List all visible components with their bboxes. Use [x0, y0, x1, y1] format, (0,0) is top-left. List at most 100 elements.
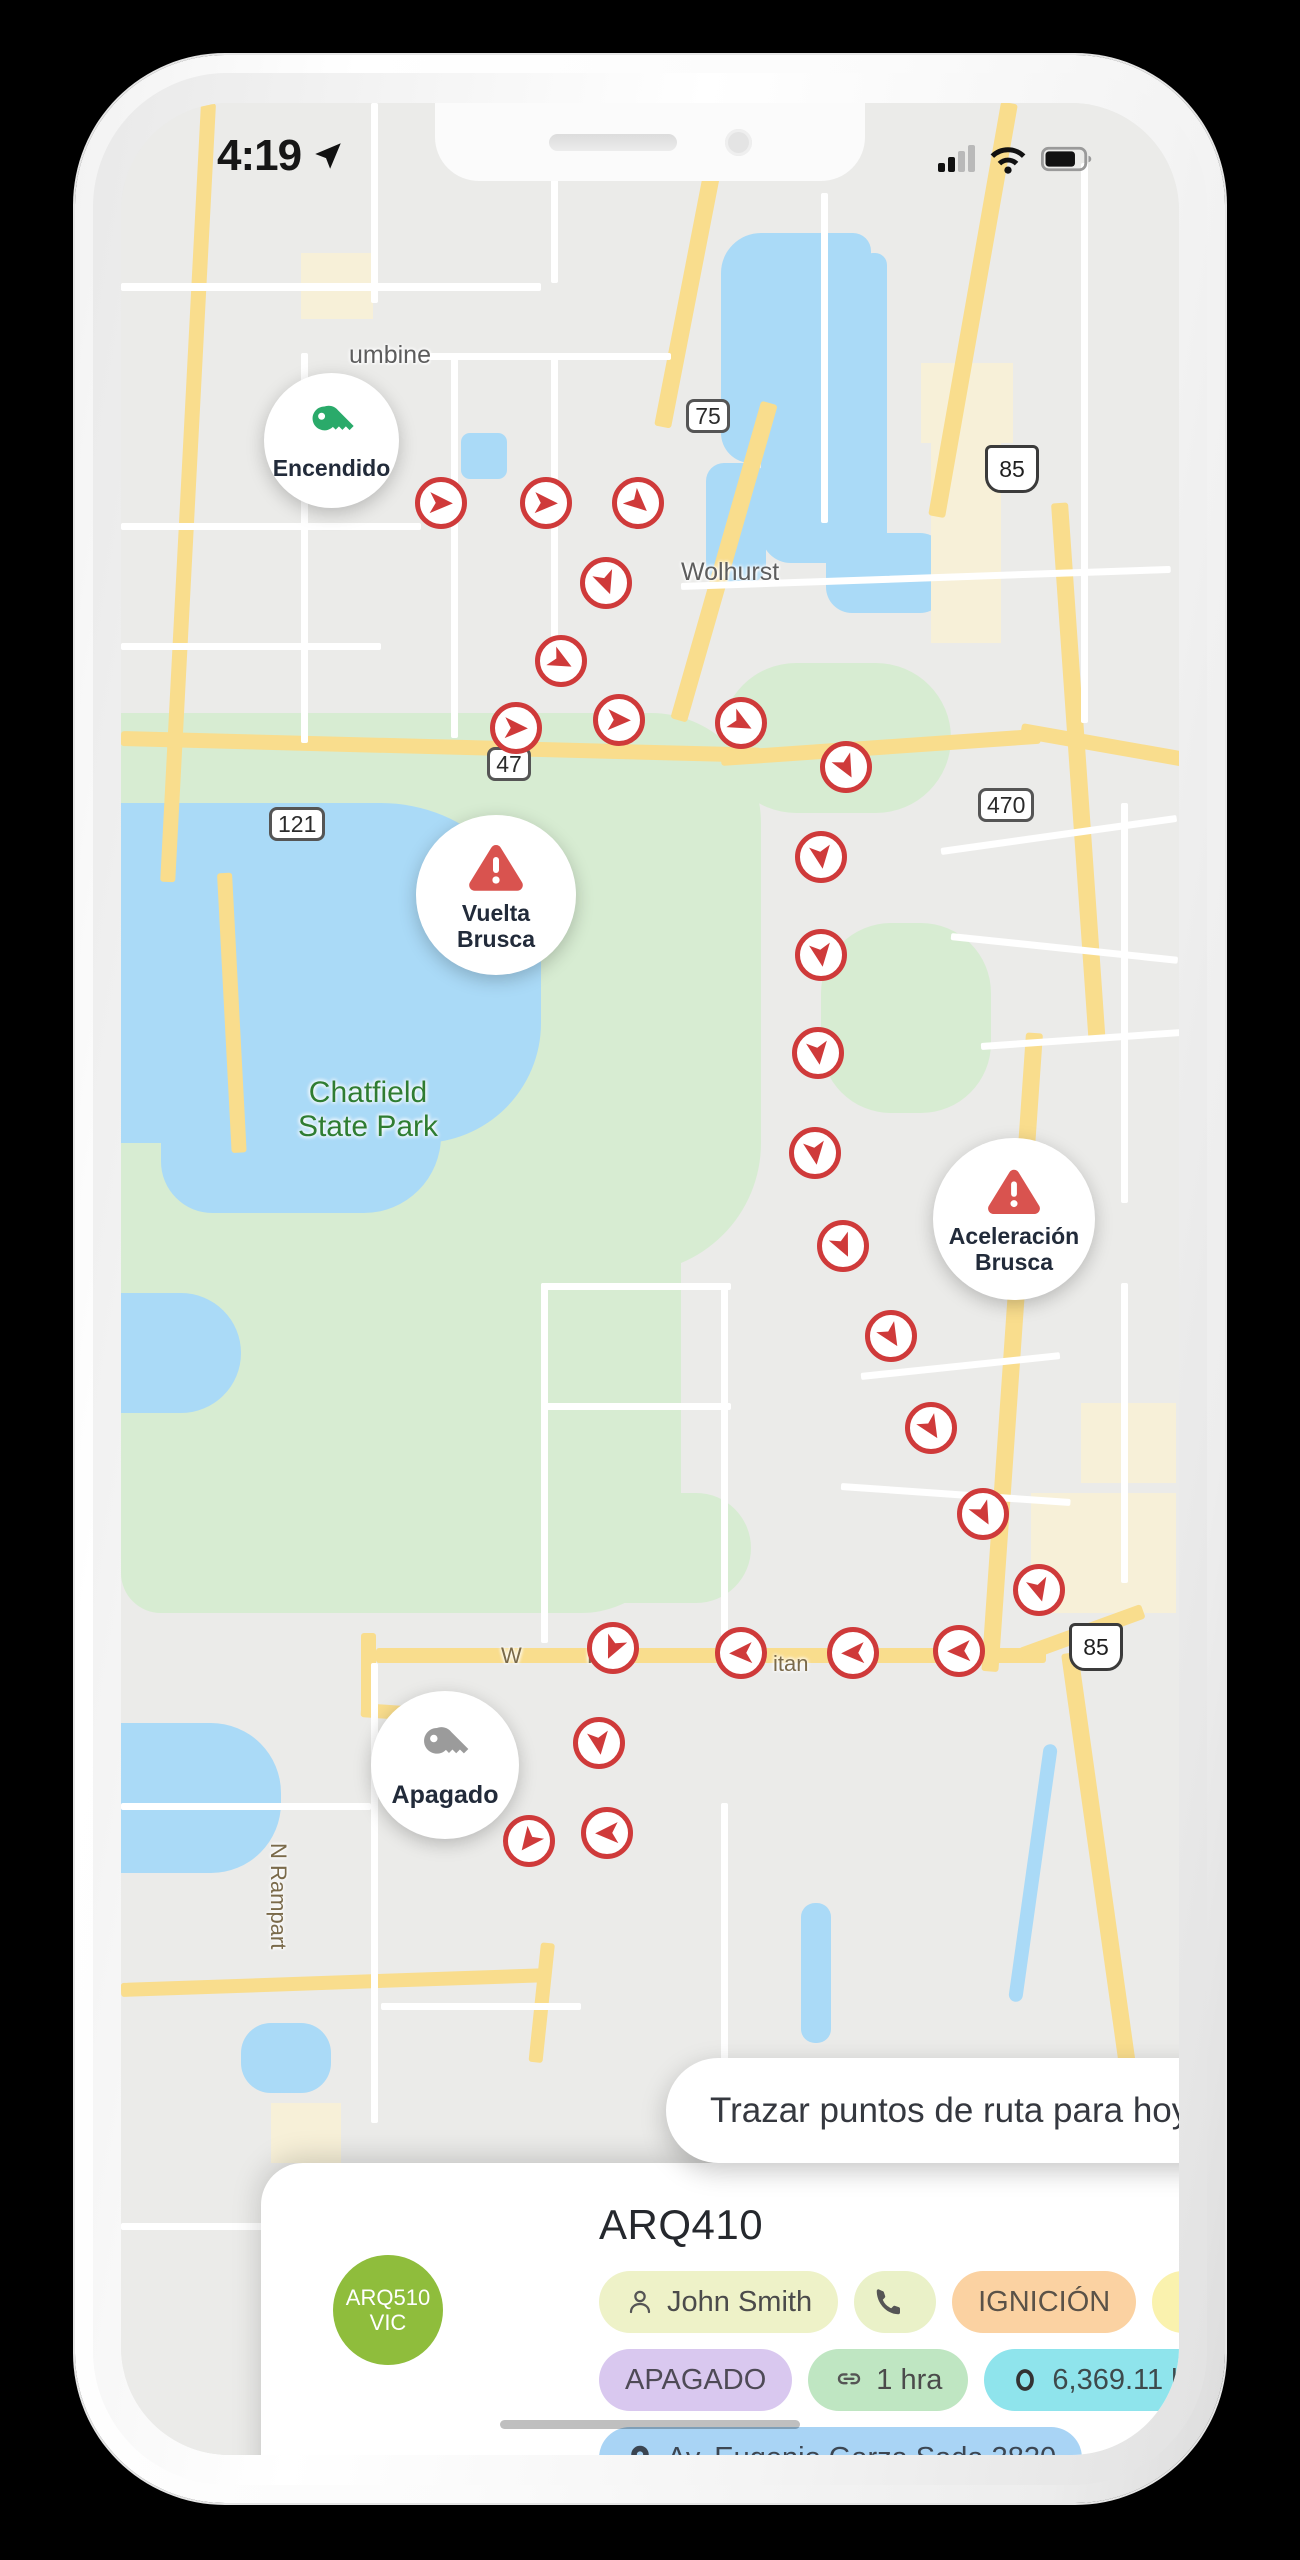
status-time-label: 4:19	[217, 131, 302, 180]
map-event-label: Aceleración Brusca	[948, 1223, 1080, 1275]
trip-point-marker[interactable]	[580, 557, 632, 609]
vehicle-chip-row: John Smith IGNICIÓN	[599, 2271, 1179, 2333]
trip-point-marker[interactable]	[715, 697, 767, 749]
cellular-signal-icon	[938, 145, 975, 172]
street	[121, 283, 541, 291]
street	[721, 1803, 728, 2063]
route-shield-us85: 85	[985, 445, 1039, 493]
key-icon	[424, 1727, 469, 1754]
street	[940, 814, 1178, 855]
street	[721, 1283, 728, 1643]
trip-point-marker[interactable]	[520, 477, 572, 529]
street	[1121, 1283, 1128, 1583]
trip-point-marker[interactable]	[535, 635, 587, 687]
plot-route-label: Trazar puntos de ruta para hoy	[710, 2090, 1179, 2130]
highway	[1051, 502, 1106, 1043]
odometer-icon	[1016, 2369, 1035, 2391]
phone-device-frame: umbine Wolhurst Chatfield State Park W R…	[75, 55, 1225, 2503]
map-road-label: W	[501, 1643, 522, 1668]
trip-point-marker[interactable]	[587, 1622, 639, 1674]
person-icon	[629, 2290, 651, 2314]
chip-duration: 1 hra	[808, 2349, 969, 2411]
route-shield-121: 121	[269, 807, 326, 841]
trip-point-marker[interactable]	[490, 702, 542, 754]
trip-point-marker[interactable]	[817, 1220, 869, 1272]
trip-point-marker[interactable]	[795, 831, 847, 883]
trip-point-marker[interactable]	[1013, 1564, 1065, 1616]
plot-route-button[interactable]: Trazar puntos de ruta para hoy	[666, 2058, 1179, 2163]
map-place-label: Wolhurst	[681, 558, 780, 586]
phone-screen: umbine Wolhurst Chatfield State Park W R…	[121, 103, 1179, 2455]
map-event-label: Encendido	[272, 454, 391, 481]
chip-driver[interactable]: John Smith	[599, 2271, 839, 2333]
status-bar-indicators	[938, 143, 1093, 175]
map-event-ignition-on[interactable]: Encendido	[264, 373, 399, 508]
map-road-label: itan	[773, 1651, 809, 1676]
street	[950, 933, 1179, 964]
trip-point-marker[interactable]	[612, 477, 664, 529]
direction-arrow-icon	[803, 1140, 824, 1165]
vehicle-detail-card[interactable]: ARQ510 VIC ARQ410 John Smith IGNICIÓN AP…	[261, 2163, 1179, 2455]
trip-point-marker[interactable]	[933, 1625, 985, 1677]
trip-point-marker[interactable]	[795, 929, 847, 981]
map-place-label: umbine	[349, 341, 431, 369]
direction-arrow-icon	[595, 1822, 619, 1844]
trip-point-marker[interactable]	[957, 1488, 1009, 1540]
stream	[1007, 1743, 1059, 2003]
route-shield-75: 75	[686, 399, 730, 433]
trip-point-marker[interactable]	[593, 694, 645, 746]
map-road-label: N Rampart	[266, 1843, 291, 1950]
trip-point-marker[interactable]	[573, 1717, 625, 1769]
trip-point-marker[interactable]	[827, 1627, 879, 1679]
map-event-harsh-acceleration[interactable]: Aceleración Brusca	[933, 1138, 1095, 1300]
trip-point-marker[interactable]	[792, 1027, 844, 1079]
map-event-ignition-off[interactable]: Apagado	[371, 1691, 519, 1839]
chip-speed: 65 kph	[1152, 2271, 1179, 2333]
road	[121, 1967, 551, 1997]
vehicle-chip-row: APAGADO 1 hra 6,369.11 km	[599, 2349, 1179, 2411]
street	[1081, 163, 1088, 723]
direction-arrow-icon	[504, 717, 528, 739]
street	[451, 358, 458, 738]
direction-arrow-icon	[607, 709, 631, 731]
key-icon	[312, 405, 354, 430]
trip-point-marker[interactable]	[820, 741, 872, 793]
chip-driver-label: John Smith	[667, 2285, 813, 2318]
route-shield-470: 470	[978, 788, 1035, 822]
chip-ignition: IGNICIÓN	[952, 2271, 1137, 2333]
water-body	[461, 433, 507, 479]
direction-arrow-icon	[947, 1640, 971, 1662]
street	[1121, 803, 1128, 1203]
water-body	[826, 533, 946, 613]
warning-triangle-icon	[988, 1169, 1040, 1215]
trip-point-marker[interactable]	[503, 1815, 555, 1867]
trip-point-marker[interactable]	[415, 477, 467, 529]
direction-arrow-icon	[916, 1413, 938, 1439]
link-icon	[838, 2373, 861, 2385]
builtup-area	[271, 2103, 341, 2163]
direction-arrow-icon	[831, 752, 852, 778]
home-indicator[interactable]	[500, 2420, 800, 2429]
direction-arrow-icon	[968, 1499, 989, 1525]
direction-arrow-icon	[429, 492, 453, 514]
street	[121, 523, 421, 530]
trip-point-marker[interactable]	[581, 1807, 633, 1859]
street	[541, 1283, 731, 1290]
chip-odometer: 6,369.11 km	[984, 2349, 1179, 2411]
trip-point-marker[interactable]	[715, 1627, 767, 1679]
vehicle-avatar: ARQ510 VIC	[333, 2255, 443, 2365]
water-body	[241, 2023, 331, 2093]
trip-point-marker[interactable]	[905, 1402, 957, 1454]
chip-call[interactable]	[854, 2271, 937, 2333]
direction-arrow-icon	[607, 1633, 628, 1659]
trip-point-marker[interactable]	[865, 1310, 917, 1362]
builtup-area	[1081, 1403, 1176, 1483]
map-event-harsh-turn[interactable]: Vuelta Brusca	[416, 815, 576, 975]
battery-icon	[1041, 146, 1092, 172]
street	[121, 643, 381, 650]
chip-address[interactable]: Av. Eugenio Garza Sada 3820	[599, 2427, 1083, 2455]
trip-point-marker[interactable]	[789, 1127, 841, 1179]
direction-arrow-icon	[1026, 1576, 1047, 1602]
chip-power-state-label: APAGADO	[625, 2363, 767, 2396]
map-event-label: Vuelta Brusca	[457, 900, 535, 952]
